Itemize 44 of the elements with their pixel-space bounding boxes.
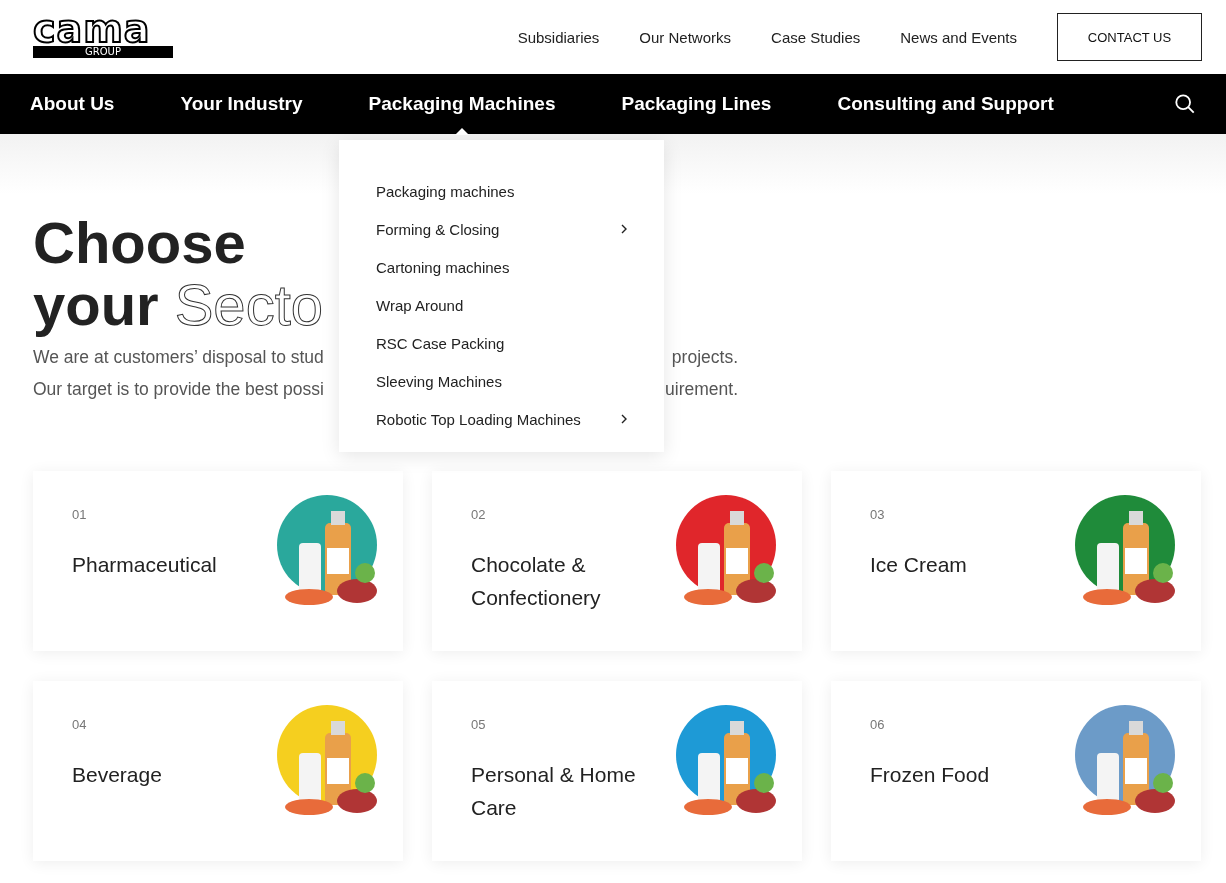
card-number: 03: [870, 507, 885, 522]
card-title: Chocolate & Confectionery: [471, 552, 602, 611]
sector-card[interactable]: 01 Pharmaceutical: [33, 471, 403, 651]
card-number: 05: [471, 717, 486, 732]
card-title: Pharmaceutical: [72, 552, 217, 578]
sector-card[interactable]: 06 Frozen Food: [831, 681, 1201, 861]
card-number: 01: [72, 507, 87, 522]
contact-button[interactable]: CONTACT US: [1057, 13, 1202, 61]
card-title: Personal & Home Care: [471, 762, 636, 821]
card-title: Frozen Food: [870, 762, 990, 788]
nav-item[interactable]: Your Industry: [180, 74, 303, 134]
card-number: 02: [471, 507, 486, 522]
heading-text: Secto: [174, 274, 323, 336]
menu-item[interactable]: Cartoning machines: [376, 248, 628, 286]
intro-text: projects.: [671, 346, 738, 369]
top-link[interactable]: News and Events: [900, 28, 1017, 46]
top-link[interactable]: Case Studies: [771, 28, 861, 46]
sector-card[interactable]: 05 Personal & Home Care: [432, 681, 802, 861]
menu-item[interactable]: Robotic Top Loading Machines: [376, 400, 628, 438]
nav-item[interactable]: Packaging Machines: [368, 74, 556, 134]
sector-card[interactable]: 04 Beverage: [33, 681, 403, 861]
card-number: 04: [72, 717, 87, 732]
sector-card[interactable]: 02 Chocolate & Confectionery: [432, 471, 802, 651]
nav-item[interactable]: Packaging Lines: [621, 74, 772, 134]
card-title: Ice Cream: [870, 552, 967, 578]
card-title: Beverage: [72, 762, 162, 788]
nav-item[interactable]: Consulting and Support: [837, 74, 1054, 134]
logo[interactable]: cama GROUP: [33, 14, 173, 58]
heading-text: Choose: [33, 212, 246, 274]
menu-item[interactable]: Packaging machines: [376, 172, 628, 210]
menu-item[interactable]: Forming & Closing: [376, 210, 628, 248]
intro-text: Our target is to provide the best possi: [33, 378, 324, 401]
menu-item[interactable]: RSC Case Packing: [376, 324, 628, 362]
heading-text: your: [33, 274, 159, 336]
sector-card[interactable]: 03 Ice Cream: [831, 471, 1201, 651]
menu-item[interactable]: Wrap Around: [376, 286, 628, 324]
search-icon[interactable]: [1174, 93, 1196, 115]
nav-item[interactable]: About Us: [30, 74, 115, 134]
top-link[interactable]: Our Networks: [639, 28, 732, 46]
intro-text: We are at customers’ disposal to stud: [33, 346, 324, 369]
card-number: 06: [870, 717, 885, 732]
intro-text: uirement.: [665, 378, 738, 401]
top-link[interactable]: Subsidiaries: [517, 28, 600, 46]
menu-item[interactable]: Sleeving Machines: [376, 362, 628, 400]
